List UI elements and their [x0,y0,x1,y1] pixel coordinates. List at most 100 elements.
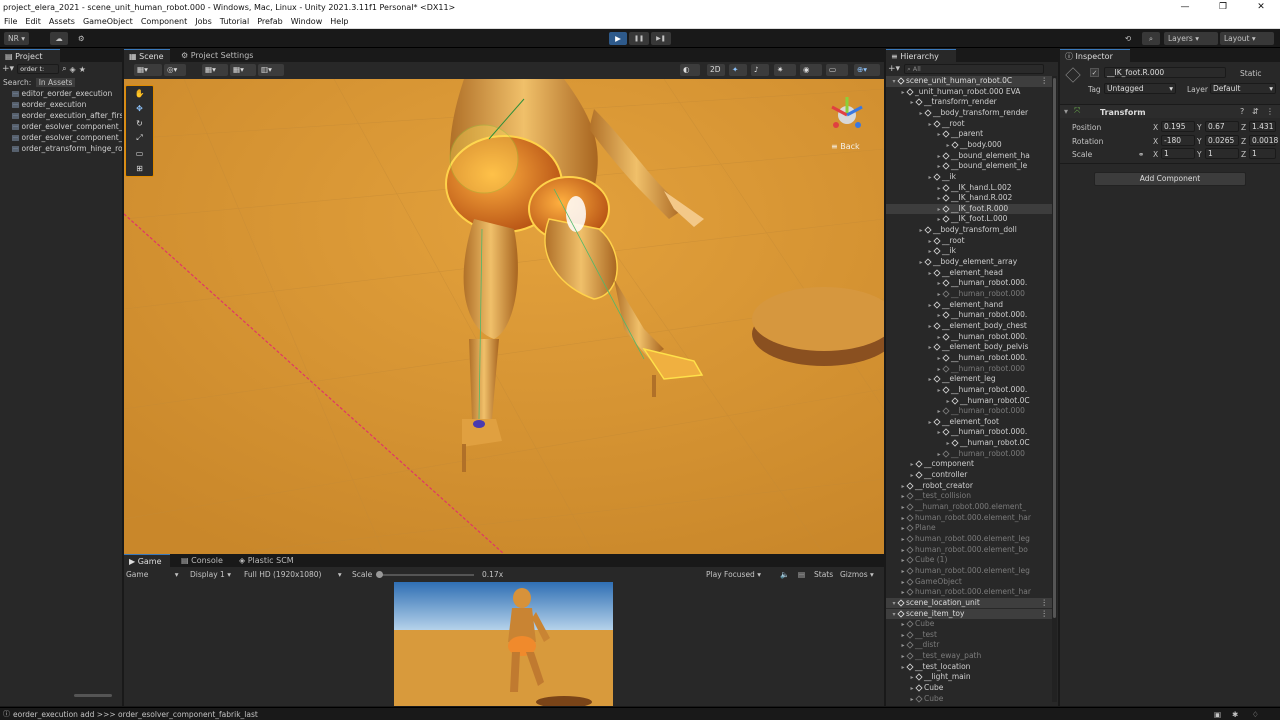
layers-dropdown[interactable]: Layers ▾ [1164,32,1218,45]
play-focused-dropdown[interactable]: Play Focused ▾ [706,568,761,581]
transform-tool-icon[interactable]: ⊞ [136,164,143,173]
grid-dropdown[interactable]: ▦▾ [202,64,228,76]
collab-icon[interactable]: ⚙ [74,32,88,45]
object-name-field[interactable]: __IK_foot.R.000 [1104,67,1226,78]
foldout-arrow-icon[interactable]: ▸ [899,620,907,630]
step-button[interactable]: ▶❚ [651,32,671,45]
list-item[interactable]: ▤ eorder_execution_after_firs [0,111,122,122]
hierarchy-row[interactable]: ▸ __test_eway_path [886,651,1052,662]
hierarchy-row[interactable]: ▾ scene_item_toy ⋮ [886,608,1052,620]
2d-toggle[interactable]: 2D [707,64,725,76]
hierarchy-row[interactable]: ▸ __body_transform_doll [886,225,1052,236]
hierarchy-row[interactable]: ▸ human_robot.000.element_bo [886,545,1052,556]
menu-file[interactable]: File [4,17,17,26]
static-toggle[interactable]: Static [1240,69,1261,78]
hierarchy-row[interactable]: ▸ __human_robot.000. [886,278,1052,289]
foldout-arrow-icon[interactable]: ▸ [935,130,943,140]
tab-hierarchy[interactable]: ≡ Hierarchy [886,49,956,62]
preset-icon[interactable]: ⇵ [1252,107,1259,116]
hand-tool-icon[interactable]: ✋ [135,89,145,98]
foldout-arrow-icon[interactable]: ▸ [935,354,943,364]
tab-game[interactable]: ▶ Game [124,554,170,567]
pause-button[interactable]: ❚❚ [629,32,649,45]
hierarchy-row[interactable]: ▸ __element_body_pelvis [886,342,1052,353]
camera-icon[interactable]: ▭ [826,64,848,76]
minimize-button[interactable]: — [1166,0,1204,15]
scale-y-field[interactable]: 1 [1205,148,1239,159]
foldout-arrow-icon[interactable]: ▸ [899,514,907,524]
hierarchy-row[interactable]: ▸ __IK_hand.L.002 [886,183,1052,194]
foldout-arrow-icon[interactable]: ▸ [917,258,925,268]
pivot-dropdown[interactable]: ◎▾ [164,64,186,76]
gizmos-icon[interactable]: ⊕▾ [854,64,880,76]
hierarchy-row[interactable]: ▸ __human_robot.0C [886,396,1052,407]
hierarchy-row[interactable]: ▸ Plane [886,523,1052,534]
foldout-arrow-icon[interactable]: ▸ [944,439,952,449]
foldout-arrow-icon[interactable]: ▸ [926,322,934,332]
hierarchy-search-input[interactable]: ⌕ All [904,64,1045,74]
foldout-arrow-icon[interactable]: ▸ [899,535,907,545]
tag-dropdown[interactable]: Untagged ▾ [1104,83,1176,94]
rect-tool-icon[interactable]: ▭ [136,149,144,158]
filter-icon[interactable]: ⌕ [62,64,66,74]
foldout-arrow-icon[interactable]: ▸ [944,141,952,151]
menu-gameobject[interactable]: GameObject [83,17,133,26]
bell-icon[interactable]: ♢ [1252,708,1259,720]
hierarchy-row[interactable]: ▸ __human_robot.000 [886,406,1052,417]
foldout-arrow-icon[interactable]: ▸ [926,418,934,428]
foldout-arrow-icon[interactable]: ▸ [899,482,907,492]
foldout-arrow-icon[interactable]: ▸ [926,375,934,385]
tab-console[interactable]: ▤ Console [176,554,230,567]
list-item[interactable]: ▤ order_esolver_component_ [0,122,122,133]
increment-dropdown[interactable]: ▥▾ [258,64,284,76]
menu-assets[interactable]: Assets [49,17,75,26]
gizmo-back-label[interactable]: ≡ Back [831,142,860,151]
position-x-field[interactable]: 0.195 [1161,121,1195,132]
foldout-arrow-icon[interactable]: ▸ [899,503,907,513]
icon-size-slider[interactable] [74,694,112,697]
tab-project-settings[interactable]: ⚙ Project Settings [176,49,266,62]
foldout-arrow-icon[interactable]: ▸ [935,386,943,396]
scene-viewport[interactable]: ≡ Back ✋ ✥ ↻ ⤢ ▭ ⊞ [124,79,884,554]
hierarchy-row[interactable]: ▸ __IK_foot.L.000 [886,214,1052,225]
foldout-arrow-icon[interactable]: ▸ [926,237,934,247]
hidden-icon[interactable]: ◉ [800,64,822,76]
foldout-arrow-icon[interactable]: ▸ [935,311,943,321]
hierarchy-row[interactable]: ▸ Cube [886,694,1052,705]
rotate-tool-icon[interactable]: ↻ [136,119,143,128]
account-dropdown[interactable]: NR ▾ [4,32,29,45]
star-icon[interactable]: ★ [79,65,86,74]
foldout-arrow-icon[interactable]: ▸ [899,631,907,641]
foldout-arrow-icon[interactable]: ▸ [899,663,907,673]
display-dropdown[interactable]: Display 1 ▾ [190,568,231,581]
foldout-arrow-icon[interactable]: ▸ [908,684,916,694]
gizmos-dropdown[interactable]: Gizmos ▾ [840,568,874,581]
hierarchy-row[interactable]: ▸ __human_robot.000. [886,353,1052,364]
hierarchy-row[interactable]: ▸ __bound_element_le [886,161,1052,172]
foldout-arrow-icon[interactable]: ▸ [908,471,916,481]
hierarchy-row[interactable]: ▸ __element_hand [886,300,1052,311]
foldout-arrow-icon[interactable]: ▸ [899,88,907,98]
lighting-icon[interactable]: ✦ [729,64,747,76]
foldout-arrow-icon[interactable]: ▸ [899,524,907,534]
hierarchy-row[interactable]: ▸ __robot_creator [886,481,1052,492]
status-message[interactable]: eorder_execution add >>> order_esolver_c… [13,710,258,719]
scale-tool-icon[interactable]: ⤢ [136,133,142,143]
foldout-arrow-icon[interactable]: ▸ [935,279,943,289]
foldout-arrow-icon[interactable]: ▸ [926,247,934,257]
foldout-arrow-icon[interactable]: ▸ [908,98,916,108]
transform-header[interactable]: ▾ ⤧ Transform ? ⇵ ⋮ [1060,104,1280,118]
rotation-x-field[interactable]: -180 [1161,135,1195,146]
foldout-arrow-icon[interactable]: ▸ [935,450,943,460]
position-z-field[interactable]: 1.431 [1249,121,1276,132]
scale-x-field[interactable]: 1 [1161,148,1195,159]
scene-menu-icon[interactable]: ⋮ [1041,76,1049,87]
menu-jobs[interactable]: Jobs [195,17,212,26]
hierarchy-row[interactable]: ▸ __IK_foot.R.000 [886,203,1052,215]
hierarchy-row[interactable]: ▸ __component [886,459,1052,470]
menu-help[interactable]: Help [330,17,348,26]
hierarchy-row[interactable]: ▸ __human_robot.000. [886,332,1052,343]
list-item[interactable]: ▤ editor_eorder_execution [0,89,122,100]
project-search-input[interactable]: order t: [17,64,60,74]
position-y-field[interactable]: 0.67 [1205,121,1239,132]
